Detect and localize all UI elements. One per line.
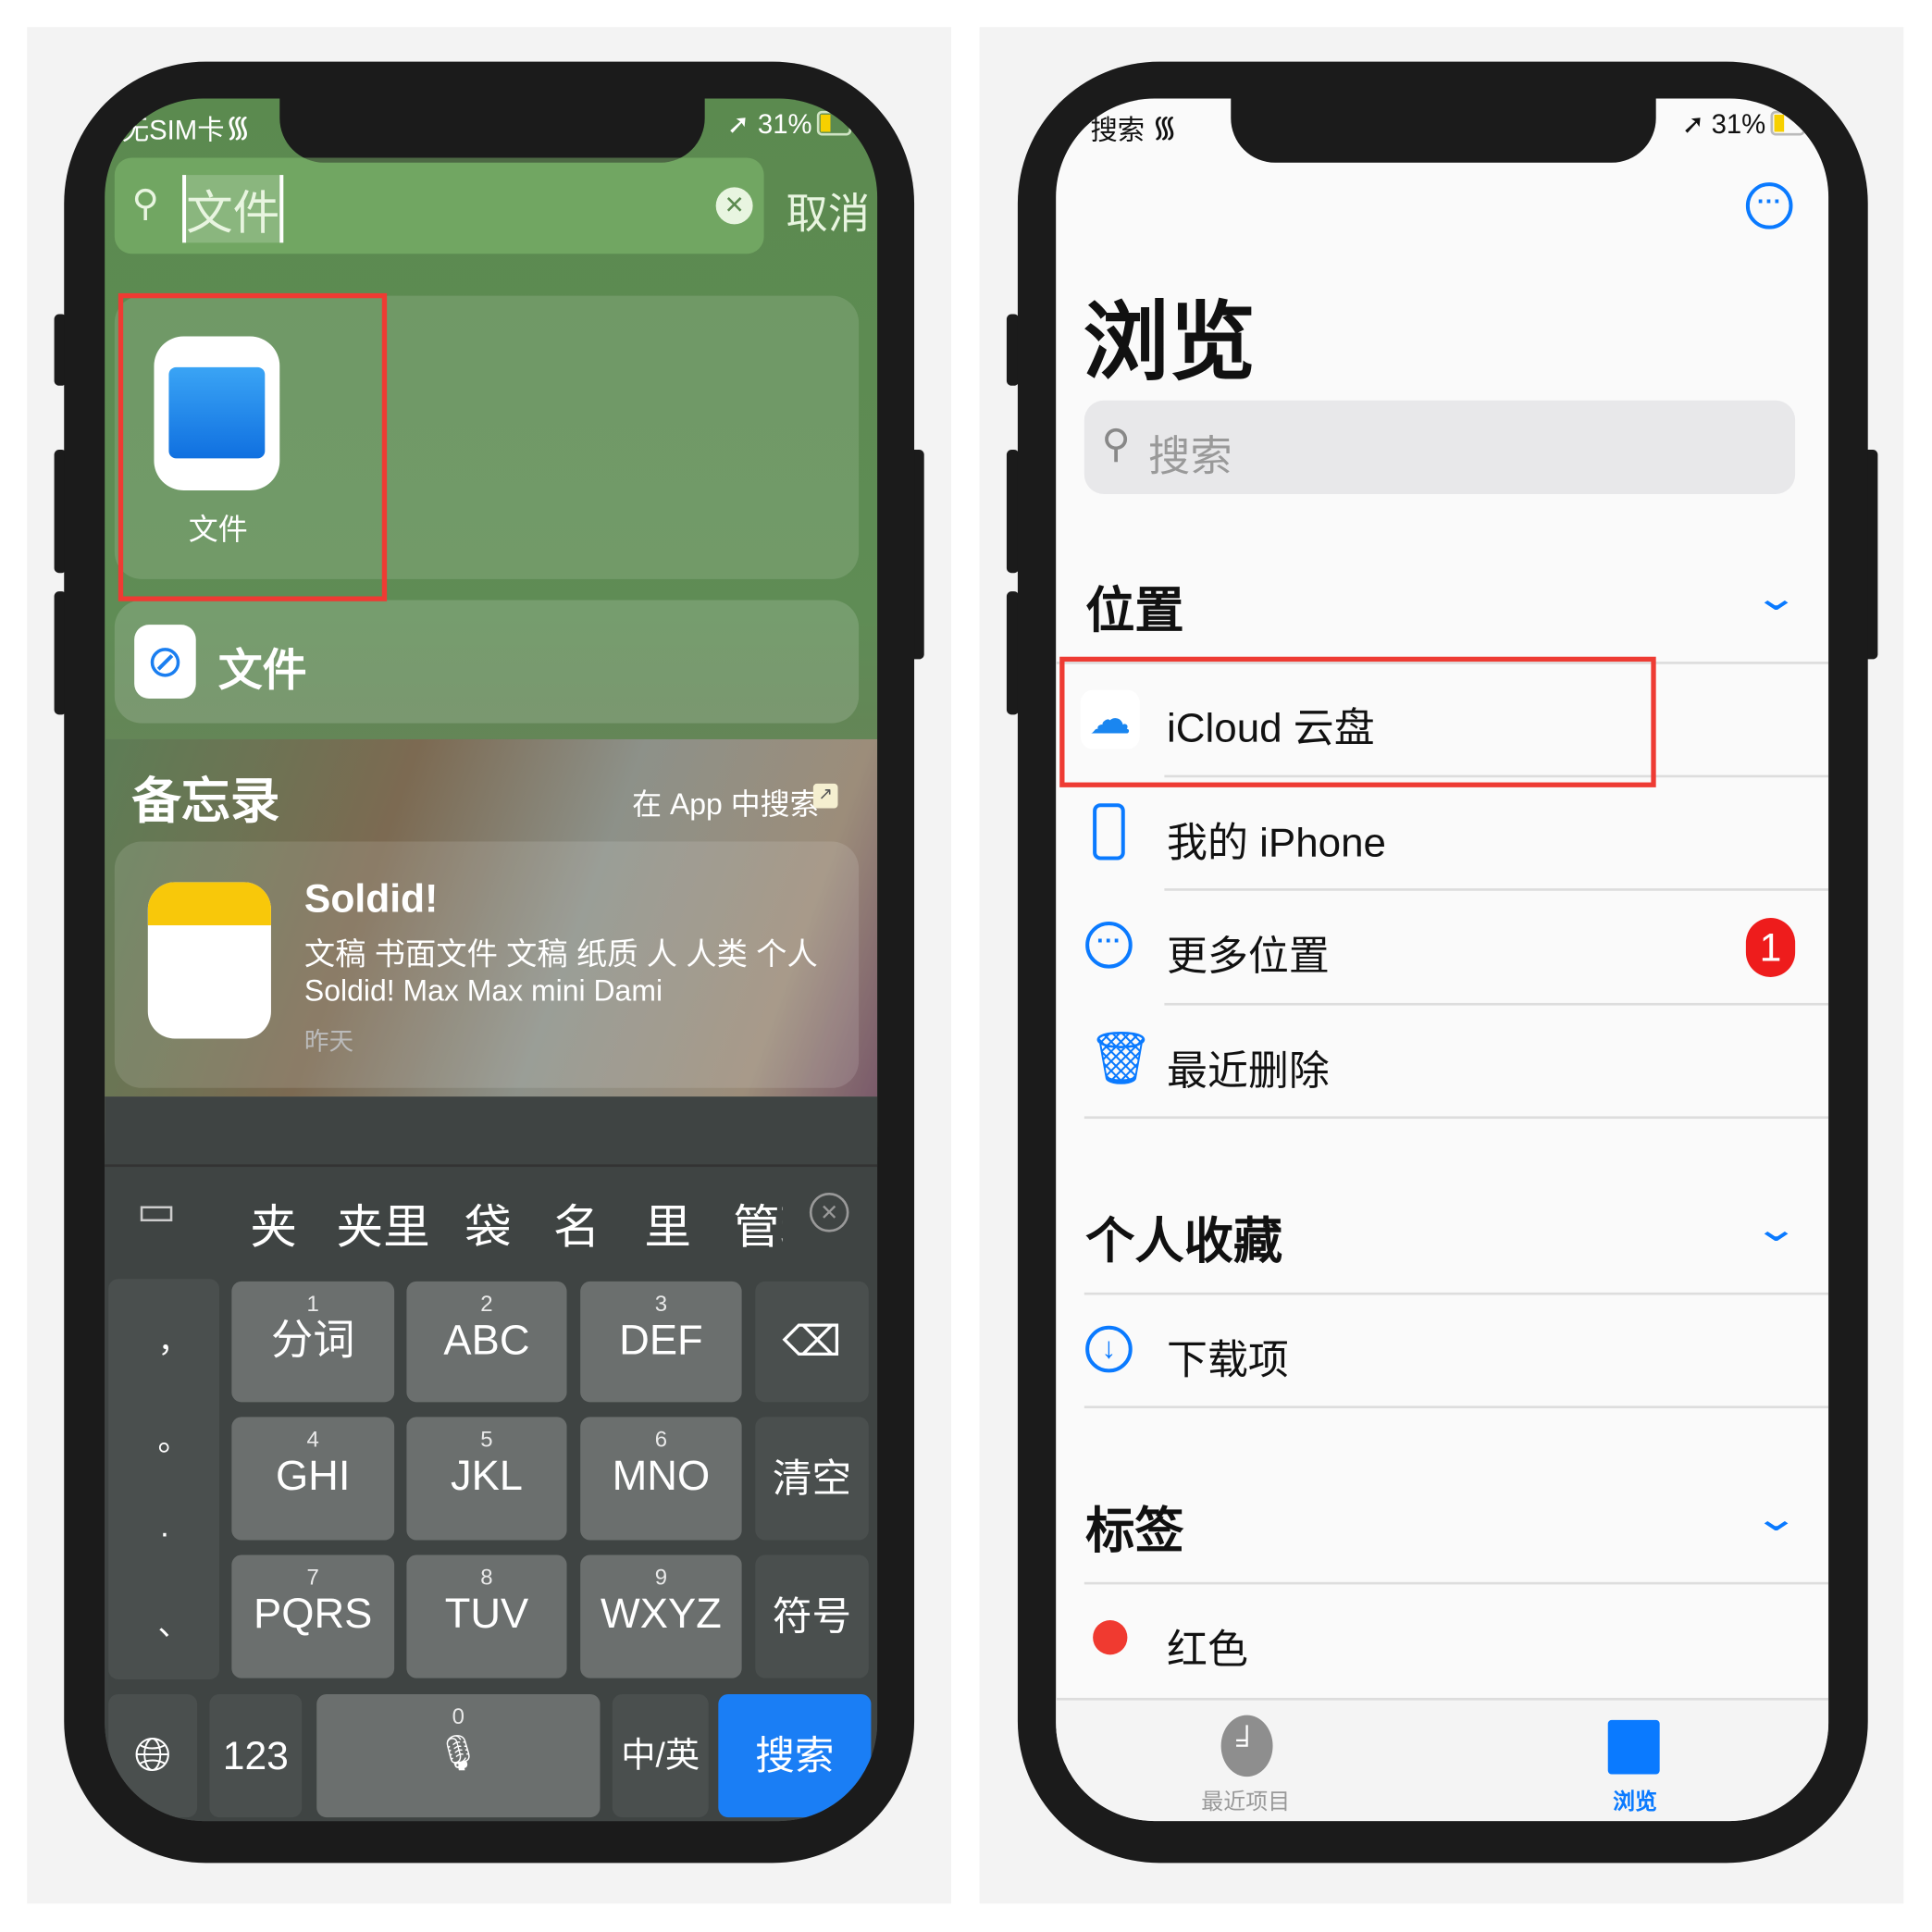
suggestion-row[interactable]: ⊘ 文件 [114, 600, 860, 724]
chevron-down-icon[interactable]: ⌄ [1752, 1497, 1799, 1541]
key-2[interactable]: 2 ABC [406, 1281, 567, 1403]
note-line2: Soldid! Max Max mini Dami [303, 974, 663, 1009]
search-icon: ⚲ [131, 183, 159, 225]
note-title: Soldid! [303, 875, 439, 921]
close-candidates-icon[interactable]: ✕ [809, 1192, 849, 1232]
safari-icon: ⊘ [134, 625, 196, 700]
search-query: 文件 [182, 175, 284, 243]
note-line1: 文稿 书面文件 文稿 纸质 人 人类 个人 [303, 937, 818, 972]
key-1[interactable]: 1 分词 [231, 1281, 395, 1403]
symbols-key[interactable]: 符号 [755, 1554, 869, 1678]
notification-badge: 1 [1745, 918, 1796, 977]
favorite-label: 下载项 [1167, 1336, 1289, 1383]
punct-dot[interactable]: . [160, 1507, 169, 1545]
battery-icon [1770, 110, 1805, 136]
location-label: 最近删除 [1167, 1046, 1330, 1094]
chevron-down-icon[interactable]: ⌄ [1752, 1208, 1799, 1251]
punct-pause[interactable]: 、 [157, 1599, 190, 1644]
location-icon: ➚ [726, 108, 750, 140]
key-3[interactable]: 3 DEF [580, 1281, 742, 1403]
favorite-downloads[interactable]: ↓ 下载项 [1056, 1296, 1828, 1407]
candidate[interactable]: 管理 [733, 1189, 782, 1257]
key-4[interactable]: 4 GHI [231, 1417, 395, 1541]
wifi-icon: ᯾ [225, 110, 251, 144]
note-result[interactable]: Soldid! 文稿 书面文件 文稿 纸质 人 人类 个人 Soldid! Ma… [114, 841, 860, 1088]
key-5[interactable]: 5 JKL [406, 1417, 567, 1541]
folder-icon [1607, 1719, 1660, 1775]
battery-text: 31% [757, 108, 812, 140]
section-tags[interactable]: 标签 [1085, 1491, 1184, 1562]
tab-bar: ╛ 最近项目 浏览 [1056, 1697, 1829, 1822]
carrier-text: 无SIM卡 [121, 114, 225, 146]
wifi-icon: ᯾ [1152, 110, 1178, 144]
tag-label: 红色 [1167, 1626, 1248, 1672]
open-arrow-icon: ↗ [812, 783, 838, 809]
punct-comma[interactable]: ， [157, 1316, 190, 1361]
notes-section-title: 备忘录 [131, 774, 280, 830]
back-to-search[interactable]: 搜索 [1090, 108, 1145, 148]
candidate[interactable]: 夹 [250, 1189, 297, 1257]
candidate[interactable]: 袋 [464, 1189, 512, 1257]
more-icon: ··· [1085, 922, 1133, 969]
key-9[interactable]: 9 WXYZ [580, 1554, 742, 1678]
search-in-app-link[interactable]: 在 App 中搜索 [632, 780, 819, 824]
chevron-down-icon[interactable]: ⌄ [1752, 576, 1799, 620]
search-key[interactable]: 搜索 [718, 1693, 872, 1818]
section-locations[interactable]: 位置 [1085, 571, 1184, 642]
clear-key[interactable]: 清空 [755, 1417, 869, 1541]
battery-icon [816, 110, 852, 136]
battery-text: 31% [1711, 108, 1766, 140]
cancel-button[interactable]: 取消 [786, 180, 871, 240]
notes-app-icon [147, 882, 271, 1039]
location-more[interactable]: ··· 更多位置 1 [1056, 892, 1828, 1003]
files-screen: 搜索 ᯾ ➚ 31% ··· 浏览 ⚲ 搜索 位置 ⌄ ☁ iCloud 云盘 … [1056, 98, 1829, 1822]
backspace-key[interactable]: ⌫ [755, 1281, 869, 1403]
search-placeholder: 搜索 [1148, 433, 1232, 481]
space-key[interactable]: 0 🎙︎ [316, 1693, 601, 1818]
candidate[interactable]: 里 [644, 1189, 691, 1257]
section-favorites[interactable]: 个人收藏 [1085, 1201, 1282, 1272]
clock-icon: ╛ [1220, 1715, 1273, 1777]
download-icon: ↓ [1085, 1325, 1133, 1373]
search-input[interactable]: ⚲ 文件 ✕ [114, 157, 764, 254]
key-8[interactable]: 8 TUV [406, 1554, 567, 1678]
search-icon: ⚲ [1101, 421, 1131, 466]
location-icon: ➚ [1681, 108, 1705, 140]
page-title: 浏览 [1083, 294, 1256, 391]
location-my-iphone[interactable]: 我的 iPhone [1056, 779, 1828, 890]
tab-label: 浏览 [1613, 1789, 1658, 1814]
punctuation-column[interactable]: ， 。 . 、 [108, 1279, 220, 1679]
microphone-icon: 🎙︎ [436, 1733, 481, 1772]
dictionary-icon[interactable]: ▭ [137, 1186, 177, 1235]
location-label: 更多位置 [1167, 933, 1330, 979]
iphone-icon [1093, 803, 1125, 861]
location-recently-deleted[interactable]: 🗑︎ 最近删除 [1056, 1007, 1828, 1118]
numbers-key[interactable]: 123 [209, 1693, 303, 1818]
language-key[interactable]: 中/英 [612, 1693, 709, 1818]
tab-recents[interactable]: ╛ 最近项目 [1192, 1701, 1303, 1821]
candidate[interactable]: 名 [553, 1189, 601, 1257]
suggestion-label: 文件 [217, 644, 307, 696]
notch [279, 98, 705, 163]
clear-icon[interactable]: ✕ [715, 187, 753, 225]
red-dot-icon [1093, 1620, 1128, 1655]
key-6[interactable]: 6 MNO [580, 1417, 742, 1541]
highlight-box [1059, 656, 1656, 787]
notch [1230, 98, 1656, 163]
tab-label: 最近项目 [1201, 1789, 1291, 1814]
note-date: 昨天 [303, 1028, 354, 1057]
search-input[interactable]: ⚲ 搜索 [1084, 400, 1796, 494]
punct-period[interactable]: 。 [157, 1415, 190, 1460]
location-label: 我的 iPhone [1167, 819, 1386, 865]
highlight-box [118, 292, 388, 601]
trash-icon: 🗑︎ [1087, 1028, 1154, 1087]
globe-key[interactable]: 🌐︎ [108, 1693, 198, 1818]
candidate[interactable]: 夹里 [337, 1189, 430, 1257]
tab-browse[interactable]: 浏览 [1586, 1701, 1685, 1821]
key-7[interactable]: 7 PQRS [231, 1554, 395, 1678]
tag-red[interactable]: 红色 [1056, 1586, 1828, 1697]
more-options-icon[interactable]: ··· [1745, 182, 1793, 229]
